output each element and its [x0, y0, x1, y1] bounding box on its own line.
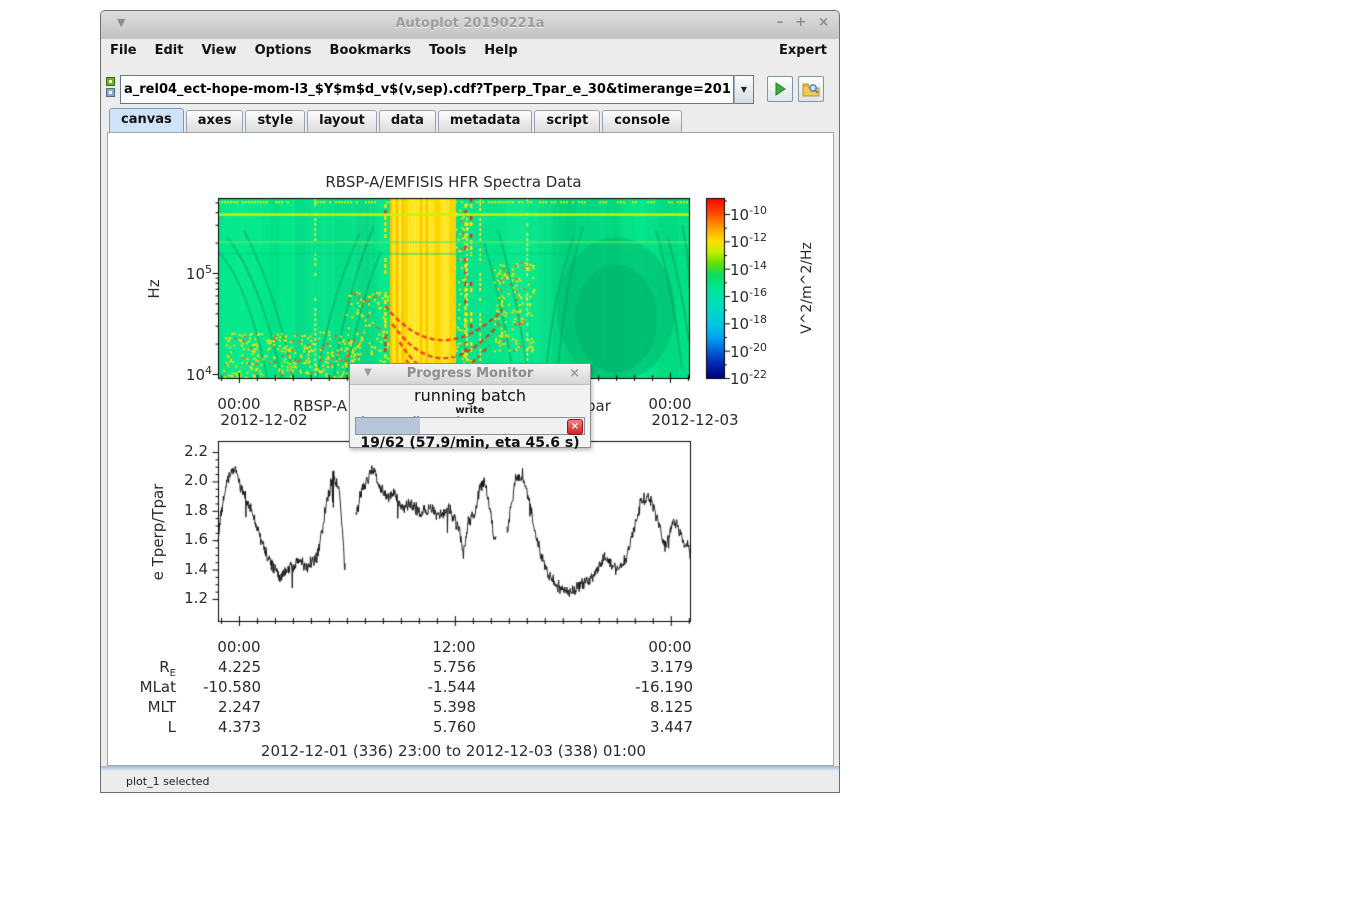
- cbar-tick-4: 10-18: [730, 313, 767, 333]
- progress-bar: ×: [355, 417, 585, 435]
- statusbar-divider: [101, 766, 839, 771]
- folder-search-icon: [802, 81, 820, 97]
- datasource-blue-icon: [106, 88, 115, 97]
- line-plot[interactable]: [208, 431, 701, 643]
- tab-bar: canvasaxesstylelayoutdatametadatascriptc…: [101, 111, 839, 132]
- dialog-title: Progress Monitor: [350, 366, 590, 381]
- table-value-1-1: -1.544: [386, 678, 476, 696]
- table-value-2-1: 5.398: [386, 698, 476, 716]
- tab-data[interactable]: data: [379, 110, 436, 132]
- menu-item-edit[interactable]: Edit: [146, 41, 193, 60]
- tab-metadata[interactable]: metadata: [438, 110, 532, 132]
- window-title: Autoplot 20190221a: [101, 16, 839, 31]
- dialog-close-icon[interactable]: ×: [569, 366, 580, 381]
- plot2-ytick-1: 2.0: [166, 471, 208, 489]
- table-value-1-2: -16.190: [603, 678, 693, 696]
- menu-item-options[interactable]: Options: [246, 41, 321, 60]
- menu-bar: FileEditViewOptionsBookmarksToolsHelp Exp…: [101, 39, 839, 62]
- table-value-2-2: 8.125: [603, 698, 693, 716]
- progress-stop-button[interactable]: ×: [567, 419, 583, 435]
- table-value-1-0: -10.580: [171, 678, 261, 696]
- plot2-xtick-0: 00:00: [209, 638, 269, 656]
- plot2-xtick-1: 12:00: [424, 638, 484, 656]
- toolbar: ▼: [101, 61, 839, 111]
- tab-axes[interactable]: axes: [186, 110, 244, 132]
- plot2-ytick-3: 1.6: [166, 530, 208, 548]
- close-button[interactable]: ×: [818, 15, 829, 30]
- autoplot-window: ▼ Autoplot 20190221a – + × FileEditViewO…: [100, 10, 840, 793]
- window-titlebar[interactable]: ▼ Autoplot 20190221a – + ×: [101, 11, 839, 40]
- table-value-3-2: 3.447: [603, 718, 693, 736]
- status-bar: plot_1 selected: [101, 766, 839, 792]
- datasource-green-icon: [106, 77, 115, 86]
- cbar-tick-5: 10-20: [730, 341, 767, 361]
- table-value-2-0: 2.247: [171, 698, 261, 716]
- plot2-ylabel: e Tperp/Tpar: [149, 472, 167, 592]
- ytick-1e4: 104: [160, 364, 212, 384]
- table-value-3-0: 4.373: [171, 718, 261, 736]
- progress-bar-fill: [356, 418, 420, 434]
- open-file-button[interactable]: [798, 76, 824, 102]
- plot2-ytick-4: 1.4: [166, 560, 208, 578]
- menu-item-bookmarks[interactable]: Bookmarks: [321, 41, 421, 60]
- table-row-label-3: L: [108, 718, 176, 736]
- play-icon: [772, 81, 788, 97]
- screen: { "window": { "title": "Autoplot 2019022…: [0, 0, 1345, 916]
- plot1-xdate-0: 2012-12-02: [219, 411, 309, 429]
- table-row-label-1: MLat: [108, 678, 176, 696]
- menu-item-tools[interactable]: Tools: [420, 41, 475, 60]
- go-plot-button[interactable]: [767, 76, 793, 102]
- cbar-tick-2: 10-14: [730, 259, 767, 279]
- table-value-0-1: 5.756: [386, 658, 476, 676]
- uri-input[interactable]: [120, 75, 734, 104]
- status-text: plot_1 selected: [126, 775, 210, 788]
- tab-layout[interactable]: layout: [307, 110, 377, 132]
- table-value-0-0: 4.225: [171, 658, 261, 676]
- plot2-ytick-2: 1.8: [166, 501, 208, 519]
- maximize-button[interactable]: +: [795, 15, 806, 30]
- plot1-xdate-1: 2012-12-03: [650, 411, 740, 429]
- tab-console[interactable]: console: [602, 110, 682, 132]
- tab-script[interactable]: script: [534, 110, 600, 132]
- expert-toggle[interactable]: Expert: [767, 41, 839, 60]
- uri-status-icons: [106, 77, 117, 97]
- progress-dialog-titlebar[interactable]: ▼ Progress Monitor ×: [350, 364, 590, 385]
- tab-canvas[interactable]: canvas: [109, 108, 184, 132]
- minimize-button[interactable]: –: [777, 15, 784, 30]
- plot2-xtick-2: 00:00: [640, 638, 700, 656]
- progress-status-label: 19/62 (57.9/min, eta 45.6 s): [350, 435, 590, 451]
- menu-item-file[interactable]: File: [101, 41, 146, 60]
- colorbar-label: V^2/m^2/Hz: [799, 228, 815, 348]
- progress-task-label: running batch: [350, 386, 590, 405]
- menu-item-help[interactable]: Help: [475, 41, 526, 60]
- plot2-ytick-0: 2.2: [166, 442, 208, 460]
- table-row-label-2: MLT: [108, 698, 176, 716]
- uri-dropdown-button[interactable]: ▼: [734, 75, 754, 104]
- cbar-tick-3: 10-16: [730, 286, 767, 306]
- cbar-tick-0: 10-10: [730, 204, 767, 224]
- cbar-tick-1: 10-12: [730, 231, 767, 251]
- progress-monitor-dialog: ▼ Progress Monitor × running batch write…: [349, 363, 591, 448]
- timerange-footer: 2012-12-01 (336) 23:00 to 2012-12-03 (33…: [218, 742, 689, 760]
- tab-style[interactable]: style: [245, 110, 305, 132]
- cbar-tick-6: 10-22: [730, 368, 767, 388]
- table-value-0-2: 3.179: [603, 658, 693, 676]
- table-row-label-0: RE: [108, 658, 176, 679]
- plot2-ytick-5: 1.2: [166, 589, 208, 607]
- menu-item-view[interactable]: View: [192, 41, 245, 60]
- ytick-1e5: 105: [160, 263, 212, 283]
- plot-canvas-area[interactable]: RBSP-A/EMFISIS HFR Spectra Data Hz V^2/m…: [107, 132, 834, 766]
- table-value-3-1: 5.760: [386, 718, 476, 736]
